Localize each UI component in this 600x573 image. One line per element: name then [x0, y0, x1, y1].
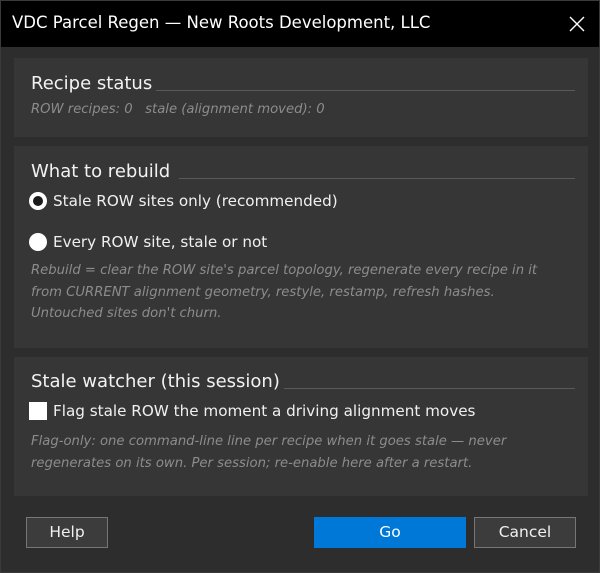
radio-every-site[interactable]: Every ROW site, stale or not	[29, 231, 267, 253]
rebuild-title: What to rebuild	[31, 161, 171, 182]
group-divider	[156, 90, 575, 91]
dialog-window: VDC Parcel Regen — New Roots Development…	[0, 0, 600, 573]
radio-stale-only-label: Stale ROW sites only (recommended)	[53, 192, 338, 210]
recipe-status-summary: ROW recipes: 0 stale (alignment moved): …	[31, 102, 325, 117]
help-button[interactable]: Help	[26, 517, 108, 548]
rebuild-hint-line-1: Rebuild = clear the ROW site's parcel to…	[31, 263, 538, 278]
close-button[interactable]	[553, 1, 599, 47]
stale-watcher-title: Stale watcher (this session)	[31, 371, 280, 392]
radio-stale-only[interactable]: Stale ROW sites only (recommended)	[29, 190, 338, 212]
rebuild-hint-line-3: Untouched sites don't churn.	[31, 306, 222, 321]
recipe-status-group: Recipe status ROW recipes: 0 stale (alig…	[14, 58, 588, 137]
radio-button-checked[interactable]	[29, 192, 47, 210]
stale-watcher-checkbox-label: Flag stale ROW the moment a driving alig…	[53, 402, 476, 420]
group-divider	[284, 388, 575, 389]
go-button[interactable]: Go	[314, 517, 466, 548]
radio-every-site-label: Every ROW site, stale or not	[53, 233, 268, 251]
radio-button-unchecked[interactable]	[29, 233, 47, 251]
stale-watcher-checkbox[interactable]	[29, 402, 47, 420]
stale-watcher-group: Stale watcher (this session) Flag stale …	[14, 357, 588, 496]
cancel-button[interactable]: Cancel	[474, 517, 576, 548]
watcher-hint-line-2: regenerates on its own. Per session; re-…	[31, 455, 473, 471]
recipe-status-title: Recipe status	[31, 73, 153, 94]
rebuild-group: What to rebuild Stale ROW sites only (re…	[14, 146, 588, 348]
window-title: VDC Parcel Regen — New Roots Development…	[12, 13, 431, 32]
stale-watcher-checkbox-row[interactable]: Flag stale ROW the moment a driving alig…	[29, 400, 475, 422]
group-divider	[179, 178, 575, 179]
watcher-hint-line-1: Flag-only: one command-line line per rec…	[31, 434, 507, 449]
close-icon	[569, 16, 585, 32]
title-bar[interactable]: VDC Parcel Regen — New Roots Development…	[1, 1, 599, 47]
rebuild-hint-line-2: from CURRENT alignment geometry, restyle…	[31, 284, 495, 300]
